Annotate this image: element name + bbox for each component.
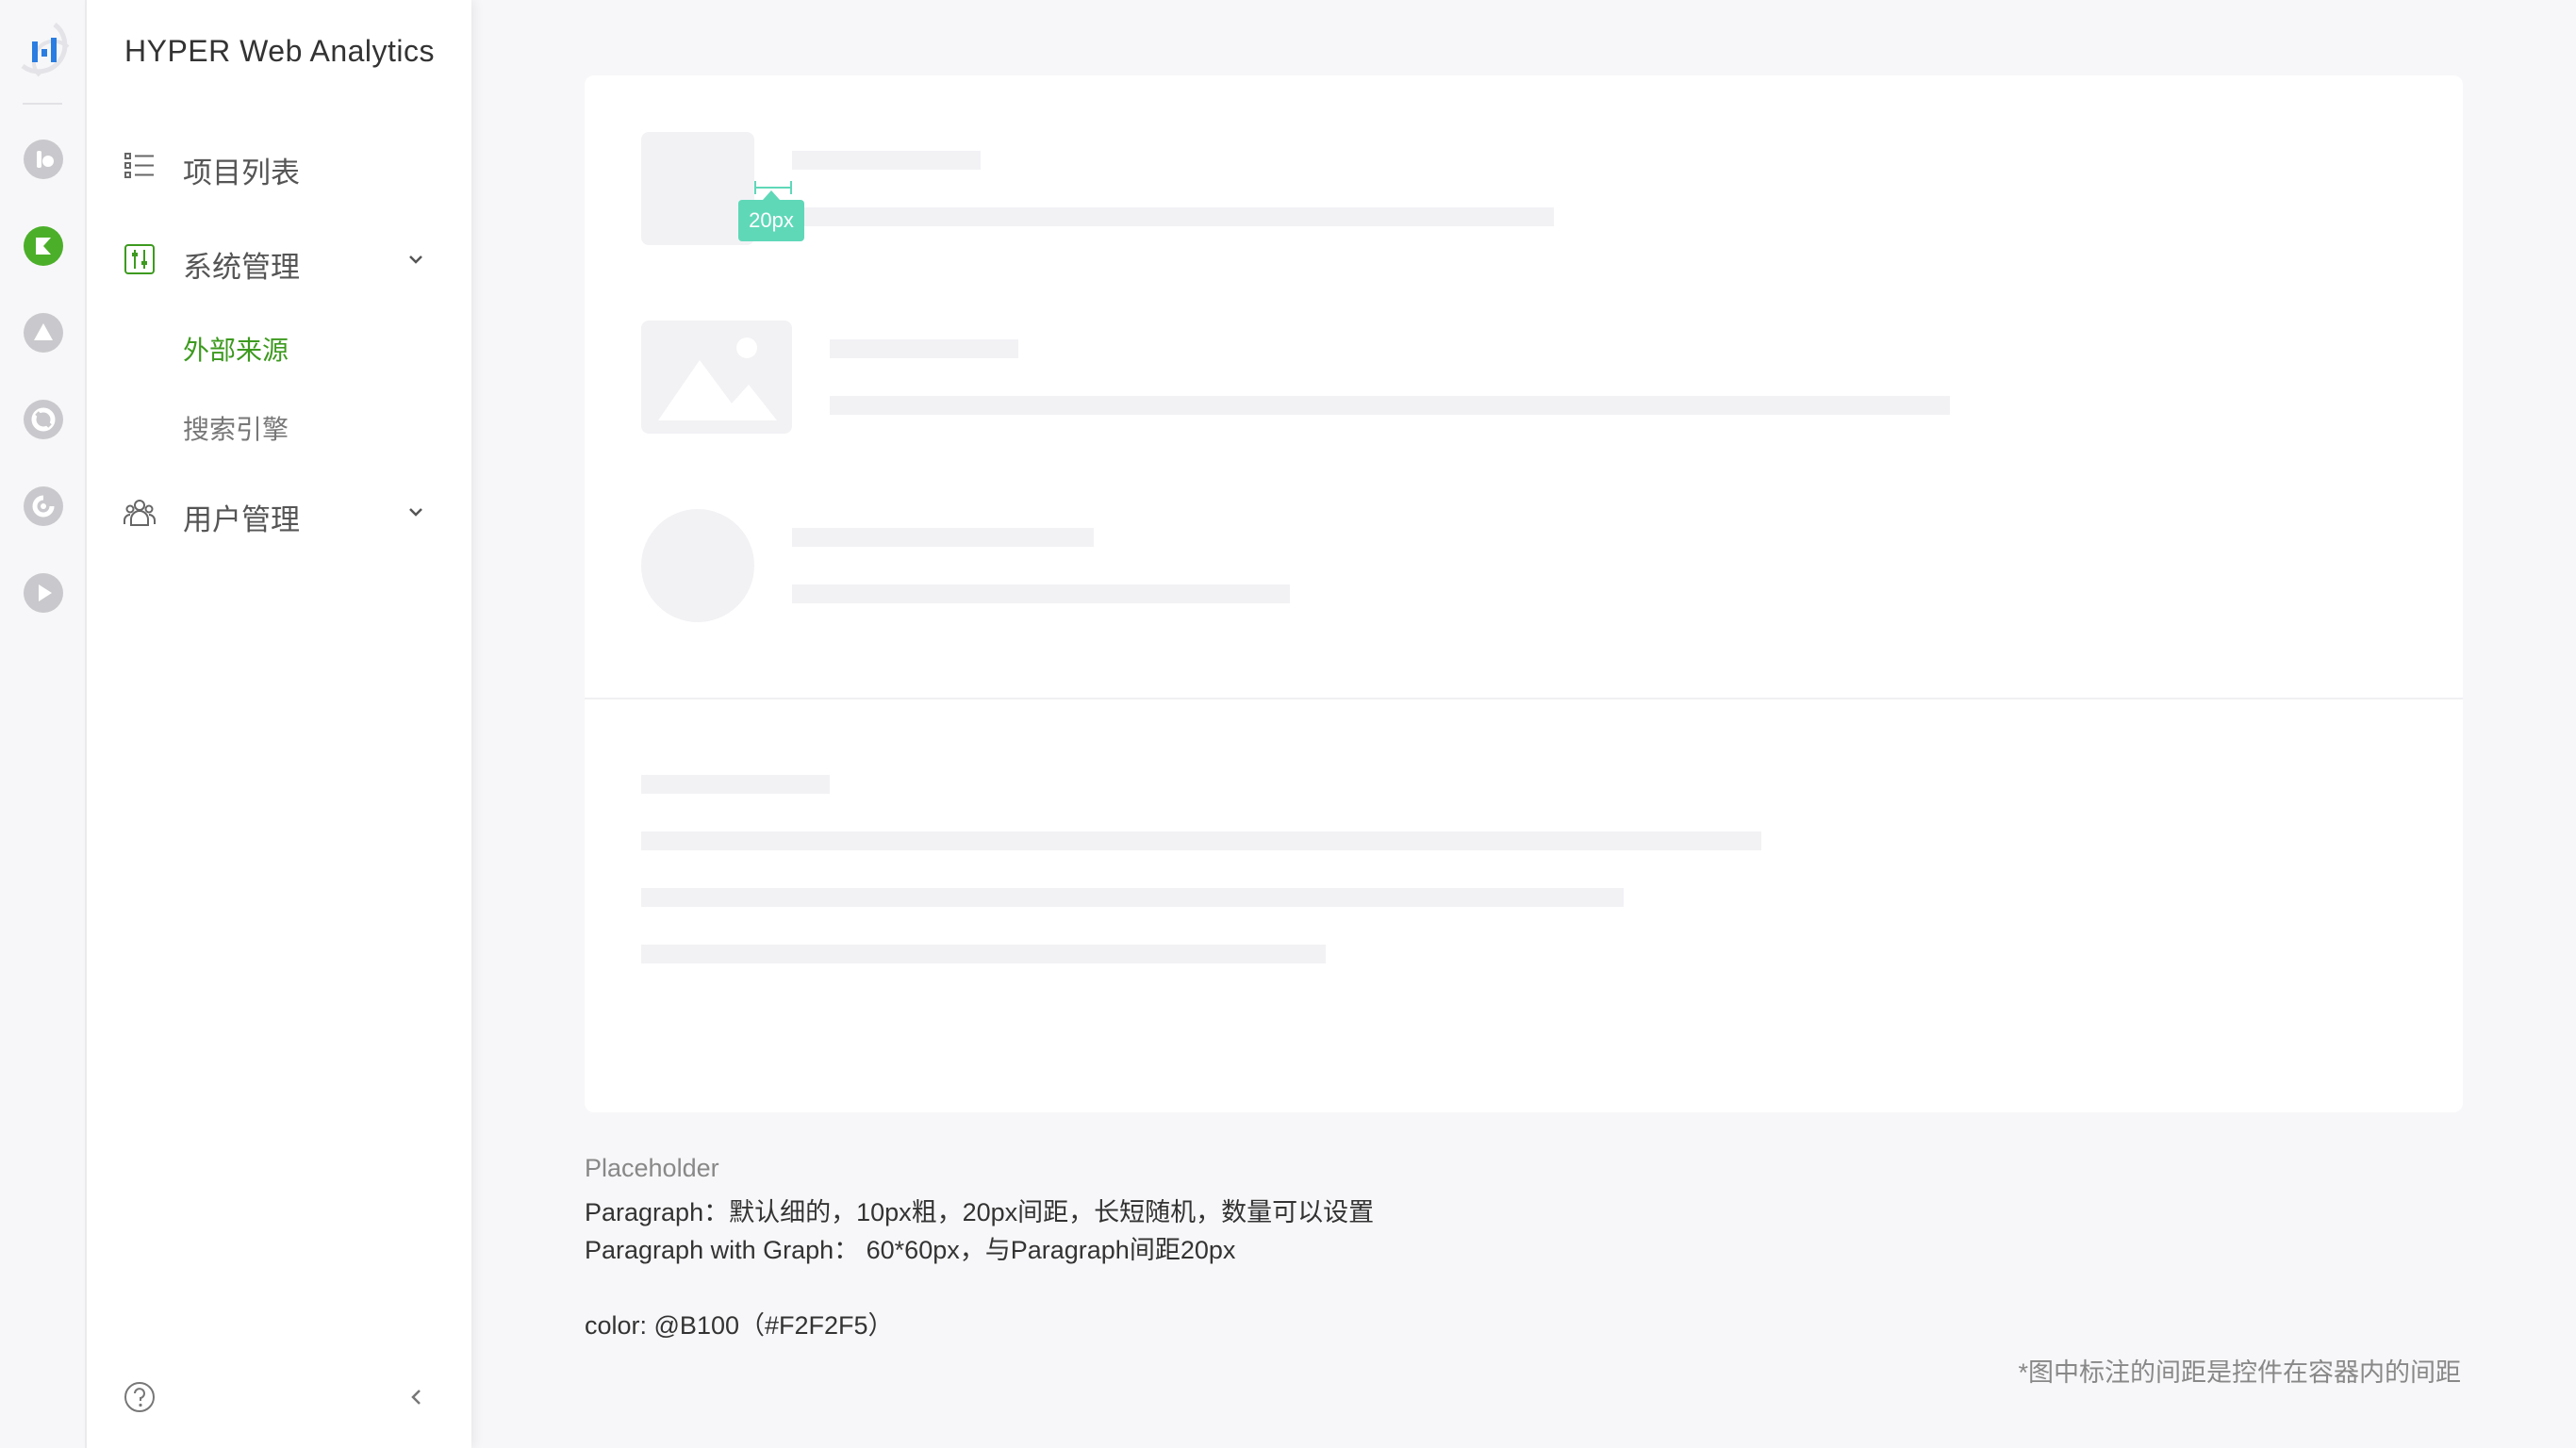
sidebar-subitem-search-engines[interactable]: 搜索引擎 [183,409,289,447]
notes-paragraph-spec: Paragraph：默认细的，10px粗，20px间距，长短随机，数量可以设置 [585,1198,1375,1226]
notes-footnote: *图中标注的间距是控件在容器内的间距 [2018,1358,2461,1387]
skeleton-line [641,888,1624,907]
skeleton-line [830,396,1950,415]
sidebar-subitem-external-sources[interactable]: 外部来源 [183,330,289,368]
rail-app-4-icon[interactable] [24,400,63,439]
rail-app-5-icon[interactable] [24,486,63,526]
rail-app-2-icon[interactable] [24,226,63,266]
sidebar: HYPER Web Analytics 项目列表 系统管理 外部来源 搜索引擎 [87,0,471,1448]
settings-panel-icon [124,244,155,274]
logo-icon[interactable] [11,19,77,85]
spacing-annotation-tag: 20px [738,200,804,241]
chevron-down-icon [409,508,422,517]
sidebar-item-label: 系统管理 [183,251,300,284]
rail-app-1-icon[interactable] [24,140,63,179]
spacing-measure-line [754,187,792,189]
rail-app-6-icon[interactable] [24,573,63,613]
rail-divider [23,103,62,105]
skeleton-line [641,831,1761,850]
notes-graph-spec: Paragraph with Graph： 60*60px，与Paragraph… [585,1236,1236,1264]
sidebar-item-label: 用户管理 [183,503,300,536]
skeleton-image-placeholder [641,321,792,434]
skeleton-line [792,528,1094,547]
skeleton-line [792,207,1554,226]
rail-app-3-icon[interactable] [24,313,63,353]
chevron-down-icon [409,255,422,264]
sidebar-item-label: 项目列表 [183,156,300,189]
skeleton-line [830,339,1018,358]
image-icon [658,337,777,420]
notes-color-spec: color: @B100（#F2F2F5） [585,1311,894,1340]
skeleton-line [792,584,1290,603]
help-icon[interactable] [123,1380,157,1414]
skeleton-graph-square [641,132,754,245]
spacing-tag-arrow [763,190,780,200]
sidebar-item-user-management[interactable]: 用户管理 [87,479,471,545]
collapse-sidebar-icon[interactable] [404,1384,430,1410]
sidebar-item-system-management[interactable]: 系统管理 [87,226,471,292]
skeleton-avatar-circle [641,509,754,622]
spacing-measure-cap [754,181,756,194]
spacing-measure-cap [790,181,792,194]
skeleton-line [792,151,981,170]
notes-title: Placeholder [585,1154,719,1182]
list-icon [124,153,154,178]
sidebar-item-project-list[interactable]: 项目列表 [87,132,471,198]
app-title: HYPER Web Analytics [124,34,436,68]
skeleton-line [641,945,1326,963]
users-icon [124,500,156,526]
icon-rail [0,0,87,1448]
card-divider [585,698,2463,699]
skeleton-card [585,75,2463,1112]
skeleton-line [641,775,830,794]
